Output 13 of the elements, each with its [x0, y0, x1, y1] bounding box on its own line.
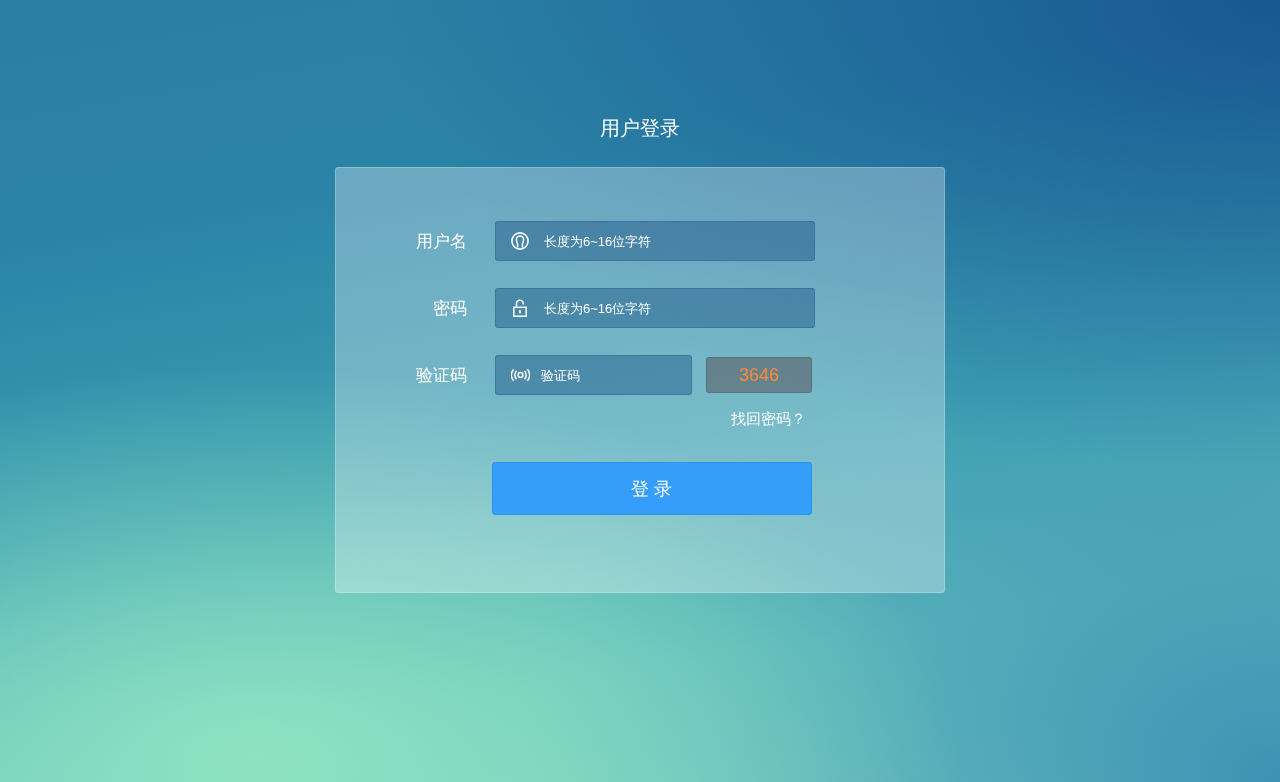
user-icon	[511, 232, 529, 250]
forgot-password-link[interactable]: 找回密码？	[731, 409, 806, 429]
field-label: 用户名	[415, 230, 467, 253]
login-button[interactable]: 登 录	[492, 462, 812, 515]
signal-waves-icon	[511, 368, 530, 382]
login-title: 用户登录	[600, 116, 680, 141]
input-field[interactable]: 长度为6~16位字符	[495, 288, 815, 328]
captcha-code[interactable]: 3646	[706, 357, 812, 393]
input-field[interactable]: 验证码	[495, 355, 692, 395]
input-field[interactable]: 长度为6~16位字符	[495, 221, 815, 261]
field-label: 验证码	[415, 364, 467, 387]
field-label: 密码	[432, 297, 467, 320]
padlock-icon	[513, 299, 527, 317]
